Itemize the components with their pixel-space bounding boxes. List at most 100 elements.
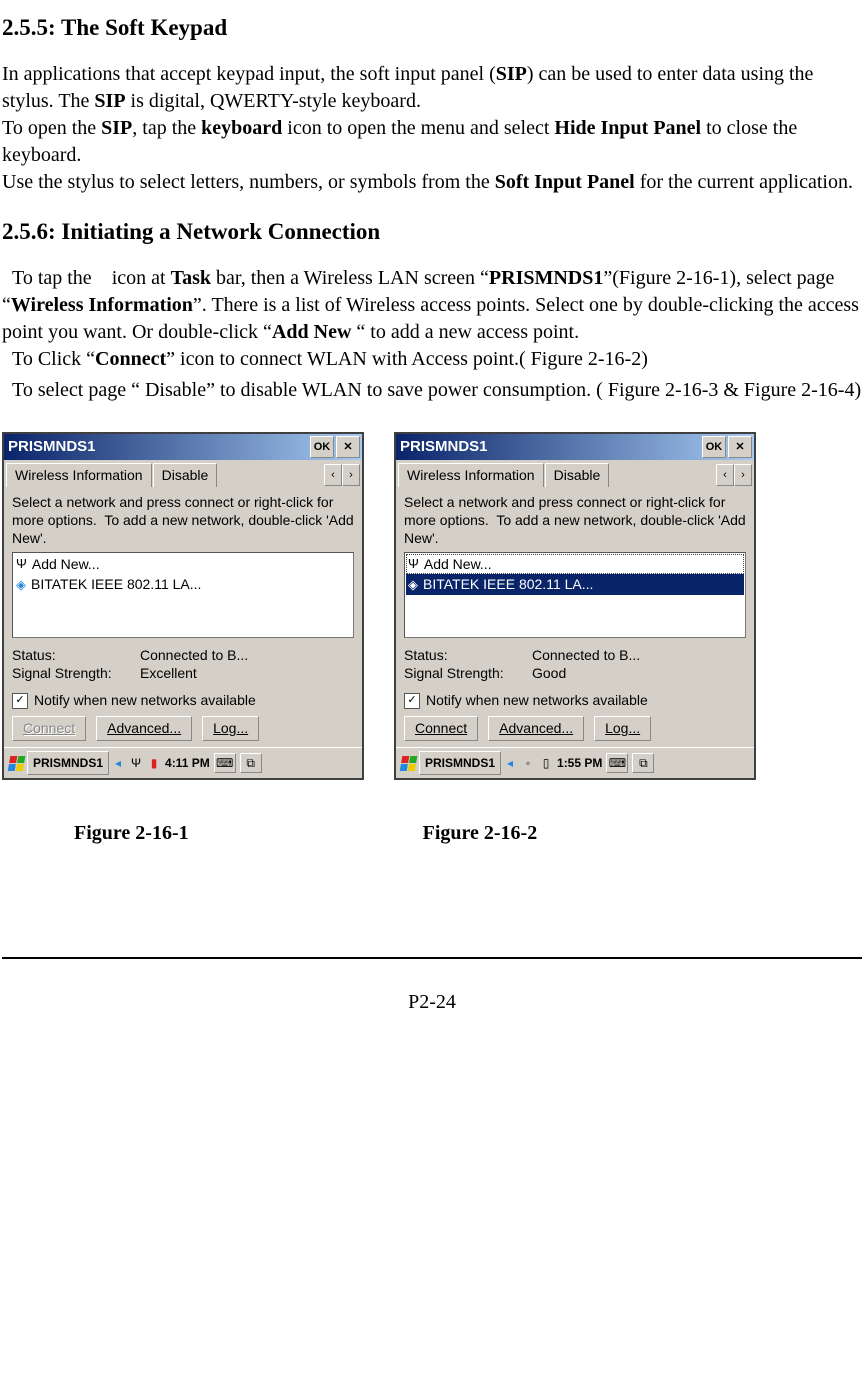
notify-checkbox-row[interactable]: ✓ Notify when new networks available: [404, 691, 746, 710]
status-label: Status:: [12, 646, 140, 665]
desktop-button[interactable]: ⧉: [632, 753, 654, 773]
notify-checkbox[interactable]: ✓: [12, 693, 28, 709]
taskbar-app-button[interactable]: PRISMNDS1: [419, 751, 501, 775]
signal-row: Signal Strength: Good: [404, 664, 746, 683]
prismnds1-bold: PRISMNDS1: [489, 267, 603, 289]
taskbar-app-button[interactable]: PRISMNDS1: [27, 751, 109, 775]
text: , tap the: [132, 117, 201, 139]
signal-value: Good: [532, 664, 566, 683]
text: bar, then a Wireless LAN screen “: [211, 267, 489, 289]
screenshot-2-16-2: PRISMNDS1 OK ✕ Wireless Information Disa…: [394, 432, 756, 780]
para-256: To tap the icon at Task bar, then a Wire…: [2, 265, 862, 373]
list-item-ap-selected[interactable]: ◈ BITATEK IEEE 802.11 LA...: [406, 574, 744, 595]
tray-info-icon[interactable]: ◦: [521, 755, 535, 771]
client-area: Select a network and press connect or ri…: [4, 487, 362, 747]
tray-battery-icon[interactable]: ▮: [147, 755, 161, 771]
tab-scroll-left-button[interactable]: ‹: [324, 464, 342, 486]
wireless-information-bold: Wireless Information: [11, 294, 193, 316]
instruction-text: Select a network and press connect or ri…: [12, 493, 354, 548]
log-button[interactable]: Log...: [202, 716, 259, 741]
titlebar[interactable]: PRISMNDS1 OK ✕: [4, 434, 362, 460]
connect-button[interactable]: Connect: [404, 716, 478, 741]
hide-input-panel-bold: Hide Input Panel: [554, 117, 701, 139]
page-number: P2-24: [2, 989, 862, 1016]
signal-icon: ◈: [408, 576, 418, 594]
status-value: Connected to B...: [140, 646, 248, 665]
ok-button[interactable]: OK: [310, 436, 334, 458]
text: “ to add a new access point.: [351, 321, 579, 343]
signal-label: Signal Strength:: [12, 664, 140, 683]
network-list[interactable]: Ψ Add New... ◈ BITATEK IEEE 802.11 LA...: [12, 552, 354, 638]
text: To open the: [2, 117, 101, 139]
start-button[interactable]: [398, 753, 418, 773]
tab-scroll-right-button[interactable]: ›: [342, 464, 360, 486]
text: To tap the icon at: [2, 267, 171, 289]
button-row: Connect Advanced... Log...: [12, 716, 354, 741]
connect-bold: Connect: [95, 348, 166, 370]
text: ” icon to connect WLAN with Access point…: [166, 348, 648, 370]
antenna-icon: Ψ: [16, 555, 27, 573]
desktop-button[interactable]: ⧉: [240, 753, 262, 773]
list-item-label: Add New...: [424, 555, 492, 574]
notify-checkbox-row[interactable]: ✓ Notify when new networks available: [12, 691, 354, 710]
tab-disable[interactable]: Disable: [153, 463, 218, 487]
tray-network-icon[interactable]: ◂: [503, 755, 517, 771]
taskbar-clock[interactable]: 1:55 PM: [557, 755, 602, 771]
tab-scroll-left-button[interactable]: ‹: [716, 464, 734, 486]
notify-label: Notify when new networks available: [34, 691, 256, 710]
sip-bold: SIP: [101, 117, 132, 139]
titlebar[interactable]: PRISMNDS1 OK ✕: [396, 434, 754, 460]
start-button[interactable]: [6, 753, 26, 773]
window-title: PRISMNDS1: [400, 437, 488, 457]
button-row: Connect Advanced... Log...: [404, 716, 746, 741]
list-item-add-new[interactable]: Ψ Add New...: [406, 554, 744, 575]
text: is digital, QWERTY-style keyboard.: [126, 90, 421, 112]
tab-wireless-information[interactable]: Wireless Information: [6, 463, 152, 487]
window-title: PRISMNDS1: [8, 437, 96, 457]
advanced-button[interactable]: Advanced...: [96, 716, 192, 741]
tab-disable[interactable]: Disable: [545, 463, 610, 487]
advanced-button[interactable]: Advanced...: [488, 716, 584, 741]
tray-antenna-icon[interactable]: Ψ: [129, 755, 143, 771]
caption-2-16-2: Figure 2-16-2: [423, 820, 538, 847]
para-256b: To select page “ Disable” to disable WLA…: [2, 377, 862, 404]
list-item-add-new[interactable]: Ψ Add New...: [14, 554, 352, 575]
log-button[interactable]: Log...: [594, 716, 651, 741]
ok-button[interactable]: OK: [702, 436, 726, 458]
signal-row: Signal Strength: Excellent: [12, 664, 354, 683]
status-row: Status: Connected to B...: [404, 646, 746, 665]
text: To Click “: [2, 348, 95, 370]
network-list[interactable]: Ψ Add New... ◈ BITATEK IEEE 802.11 LA...: [404, 552, 746, 638]
list-item-label: Add New...: [32, 555, 100, 574]
add-new-bold: Add New: [272, 321, 351, 343]
sip-bold: SIP: [496, 63, 527, 85]
taskbar: PRISMNDS1 ◂ Ψ ▮ 4:11 PM ⌨ ⧉: [4, 747, 362, 778]
sip-toggle-button[interactable]: ⌨: [214, 753, 236, 773]
windows-logo-icon: [7, 756, 25, 771]
screenshot-2-16-1: PRISMNDS1 OK ✕ Wireless Information Disa…: [2, 432, 364, 780]
text: for the current application.: [635, 171, 853, 193]
signal-value: Excellent: [140, 664, 197, 683]
caption-2-16-1: Figure 2-16-1: [74, 820, 189, 847]
system-tray: ◂ Ψ ▮ 4:11 PM ⌨ ⧉: [111, 753, 262, 773]
system-tray: ◂ ◦ ▯ 1:55 PM ⌨ ⧉: [503, 753, 654, 773]
windows-logo-icon: [399, 756, 417, 771]
status-value: Connected to B...: [532, 646, 640, 665]
tab-wireless-information[interactable]: Wireless Information: [398, 463, 544, 487]
status-row: Status: Connected to B...: [12, 646, 354, 665]
sip-bold: SIP: [94, 90, 125, 112]
tab-strip: Wireless Information Disable ‹ ›: [4, 460, 362, 487]
tray-battery-icon[interactable]: ▯: [539, 755, 553, 771]
connect-button: Connect: [12, 716, 86, 741]
text: icon to open the menu and select: [282, 117, 554, 139]
close-button[interactable]: ✕: [336, 436, 360, 458]
antenna-icon: Ψ: [408, 555, 419, 573]
para-255: In applications that accept keypad input…: [2, 61, 862, 196]
taskbar-clock[interactable]: 4:11 PM: [165, 755, 210, 771]
close-button[interactable]: ✕: [728, 436, 752, 458]
tab-scroll-right-button[interactable]: ›: [734, 464, 752, 486]
tray-network-icon[interactable]: ◂: [111, 755, 125, 771]
sip-toggle-button[interactable]: ⌨: [606, 753, 628, 773]
list-item-ap[interactable]: ◈ BITATEK IEEE 802.11 LA...: [14, 574, 352, 595]
notify-checkbox[interactable]: ✓: [404, 693, 420, 709]
